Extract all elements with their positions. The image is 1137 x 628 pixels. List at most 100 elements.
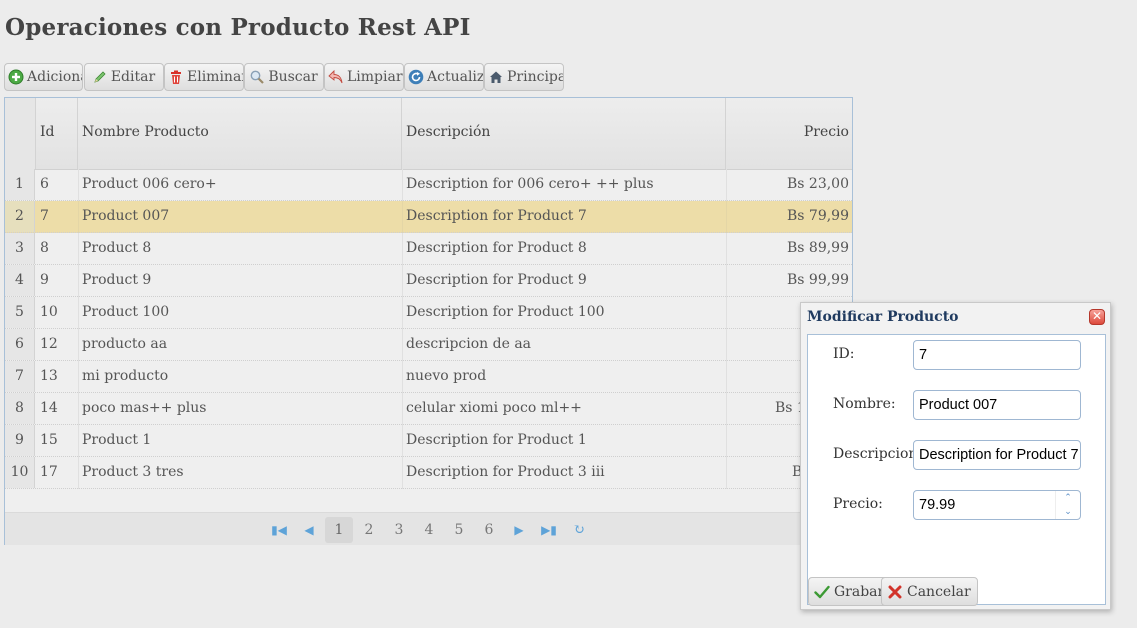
page-2[interactable]: 2 (355, 517, 383, 543)
row-number: 4 (5, 265, 35, 296)
home-button-label: Principal (507, 69, 563, 85)
cell-id: 13 (40, 368, 58, 384)
row-number: 6 (5, 329, 35, 360)
row-number: 10 (5, 457, 35, 488)
edit-button-label: Editar (110, 69, 156, 85)
column-header-id[interactable]: Id (36, 98, 78, 169)
cell-id: 10 (40, 304, 58, 320)
delete-button[interactable]: Eliminar (164, 63, 244, 91)
clear-button-label: Limpiar (347, 69, 403, 85)
cell-description: Description for Product 8 (406, 240, 587, 256)
table-row-selected[interactable]: 2 7 Product 007 Description for Product … (5, 201, 852, 233)
row-number: 2 (5, 201, 35, 232)
id-field[interactable]: 7 (913, 340, 1081, 370)
row-number-header (5, 98, 36, 169)
page-5[interactable]: 5 (445, 517, 473, 543)
search-icon (249, 69, 265, 85)
cell-id: 14 (40, 400, 58, 416)
precio-value: 79.99 (919, 497, 956, 513)
cell-description: Description for Product 1 (406, 432, 587, 448)
cell-description: nuevo prod (406, 368, 487, 384)
next-page-icon[interactable]: ▶ (505, 517, 533, 543)
cell-name: Product 1 (82, 432, 152, 448)
column-header-price-label: Precio (803, 124, 849, 140)
table-row[interactable]: 6 12 producto aa descripcion de aa (5, 329, 852, 361)
table-row[interactable]: 5 10 Product 100 Description for Product… (5, 297, 852, 329)
edit-button[interactable]: Editar (84, 63, 164, 91)
row-number: 8 (5, 393, 35, 424)
page-title: Operaciones con Producto Rest API (5, 14, 471, 41)
last-page-icon[interactable]: ▶▮ (535, 517, 563, 543)
nombre-label: Nombre: (833, 396, 896, 412)
cell-name: producto aa (82, 336, 168, 352)
precio-field[interactable]: 79.99 ⌃ ⌄ (913, 490, 1081, 520)
cell-id: 12 (40, 336, 58, 352)
cell-name: poco mas++ plus (82, 400, 207, 416)
column-header-price[interactable]: Precio (726, 98, 852, 169)
page-1[interactable]: 1 (325, 517, 353, 543)
checkmark-icon (814, 584, 830, 600)
products-grid: Id Nombre Producto Descripción Precio 1 … (4, 97, 853, 545)
save-button[interactable]: Grabar (808, 577, 892, 606)
pagination: ▮◀ ◀ 1 2 3 4 5 6 ▶ ▶▮ ↻ (5, 512, 852, 545)
nombre-field[interactable]: Product 007 (913, 390, 1081, 420)
cell-description: Description for Product 3 iii (406, 464, 605, 480)
grid-rows: 1 6 Product 006 cero+ Description for 00… (5, 169, 852, 489)
cancel-button-label: Cancelar (907, 583, 971, 600)
cell-name: Product 3 tres (82, 464, 184, 480)
search-button[interactable]: Buscar (244, 63, 324, 91)
spin-down-icon[interactable]: ⌄ (1056, 505, 1080, 519)
column-header-description[interactable]: Descripción (402, 98, 726, 169)
column-header-name[interactable]: Nombre Producto (78, 98, 402, 169)
first-page-icon[interactable]: ▮◀ (265, 517, 293, 543)
table-row[interactable]: 10 17 Product 3 tres Description for Pro… (5, 457, 852, 489)
row-number: 7 (5, 361, 35, 392)
delete-button-label: Eliminar (187, 69, 244, 85)
trash-icon (168, 69, 184, 85)
cell-price: Bs 23,00 (786, 176, 849, 192)
table-row[interactable]: 8 14 poco mas++ plus celular xiomi poco … (5, 393, 852, 425)
table-row[interactable]: 1 6 Product 006 cero+ Description for 00… (5, 169, 852, 201)
close-icon[interactable]: ✕ (1089, 309, 1105, 325)
clear-button[interactable]: Limpiar (324, 63, 404, 91)
page-6[interactable]: 6 (475, 517, 503, 543)
cell-name: Product 006 cero+ (82, 176, 217, 192)
refresh-button-label: Actualizar (427, 69, 484, 85)
cell-id: 9 (40, 272, 49, 288)
save-button-label: Grabar (834, 583, 885, 600)
cancel-icon (887, 584, 903, 600)
page-4[interactable]: 4 (415, 517, 443, 543)
cell-description: Description for 006 cero+ ++ plus (406, 176, 654, 192)
table-row[interactable]: 3 8 Product 8 Description for Product 8 … (5, 233, 852, 265)
cancel-button[interactable]: Cancelar (881, 577, 978, 606)
row-number: 3 (5, 233, 35, 264)
cell-name: Product 8 (82, 240, 152, 256)
spin-up-icon[interactable]: ⌃ (1056, 491, 1080, 505)
grid-header: Id Nombre Producto Descripción Precio (5, 98, 852, 170)
prev-page-icon[interactable]: ◀ (295, 517, 323, 543)
descripcion-label: Descripcion: (833, 446, 923, 462)
cell-description: Description for Product 7 (406, 208, 587, 224)
add-button[interactable]: Adicionar (4, 63, 83, 91)
page-3[interactable]: 3 (385, 517, 413, 543)
search-button-label: Buscar (268, 69, 318, 85)
refresh-button[interactable]: Actualizar (404, 63, 484, 91)
row-number: 5 (5, 297, 35, 328)
undo-icon (328, 69, 344, 85)
cell-name: Product 9 (82, 272, 152, 288)
reload-icon[interactable]: ↻ (565, 517, 593, 543)
cell-id: 8 (40, 240, 49, 256)
cell-description: Description for Product 9 (406, 272, 587, 288)
descripcion-field[interactable]: Description for Product 7 (913, 440, 1081, 470)
table-row[interactable]: 9 15 Product 1 Description for Product 1 (5, 425, 852, 457)
cell-id: 6 (40, 176, 49, 192)
table-row[interactable]: 4 9 Product 9 Description for Product 9 … (5, 265, 852, 297)
table-row[interactable]: 7 13 mi producto nuevo prod (5, 361, 852, 393)
add-button-label: Adicionar (27, 69, 82, 85)
cell-price: Bs 79,99 (786, 208, 849, 224)
edit-product-dialog: Modificar Producto ✕ ID: 7 Nombre: Produ… (800, 302, 1111, 610)
home-button[interactable]: Principal (484, 63, 564, 91)
cell-description: celular xiomi poco ml++ (406, 400, 582, 416)
dialog-body: ID: 7 Nombre: Product 007 Descripcion: D… (807, 334, 1106, 606)
precio-spinner: ⌃ ⌄ (1055, 491, 1080, 519)
